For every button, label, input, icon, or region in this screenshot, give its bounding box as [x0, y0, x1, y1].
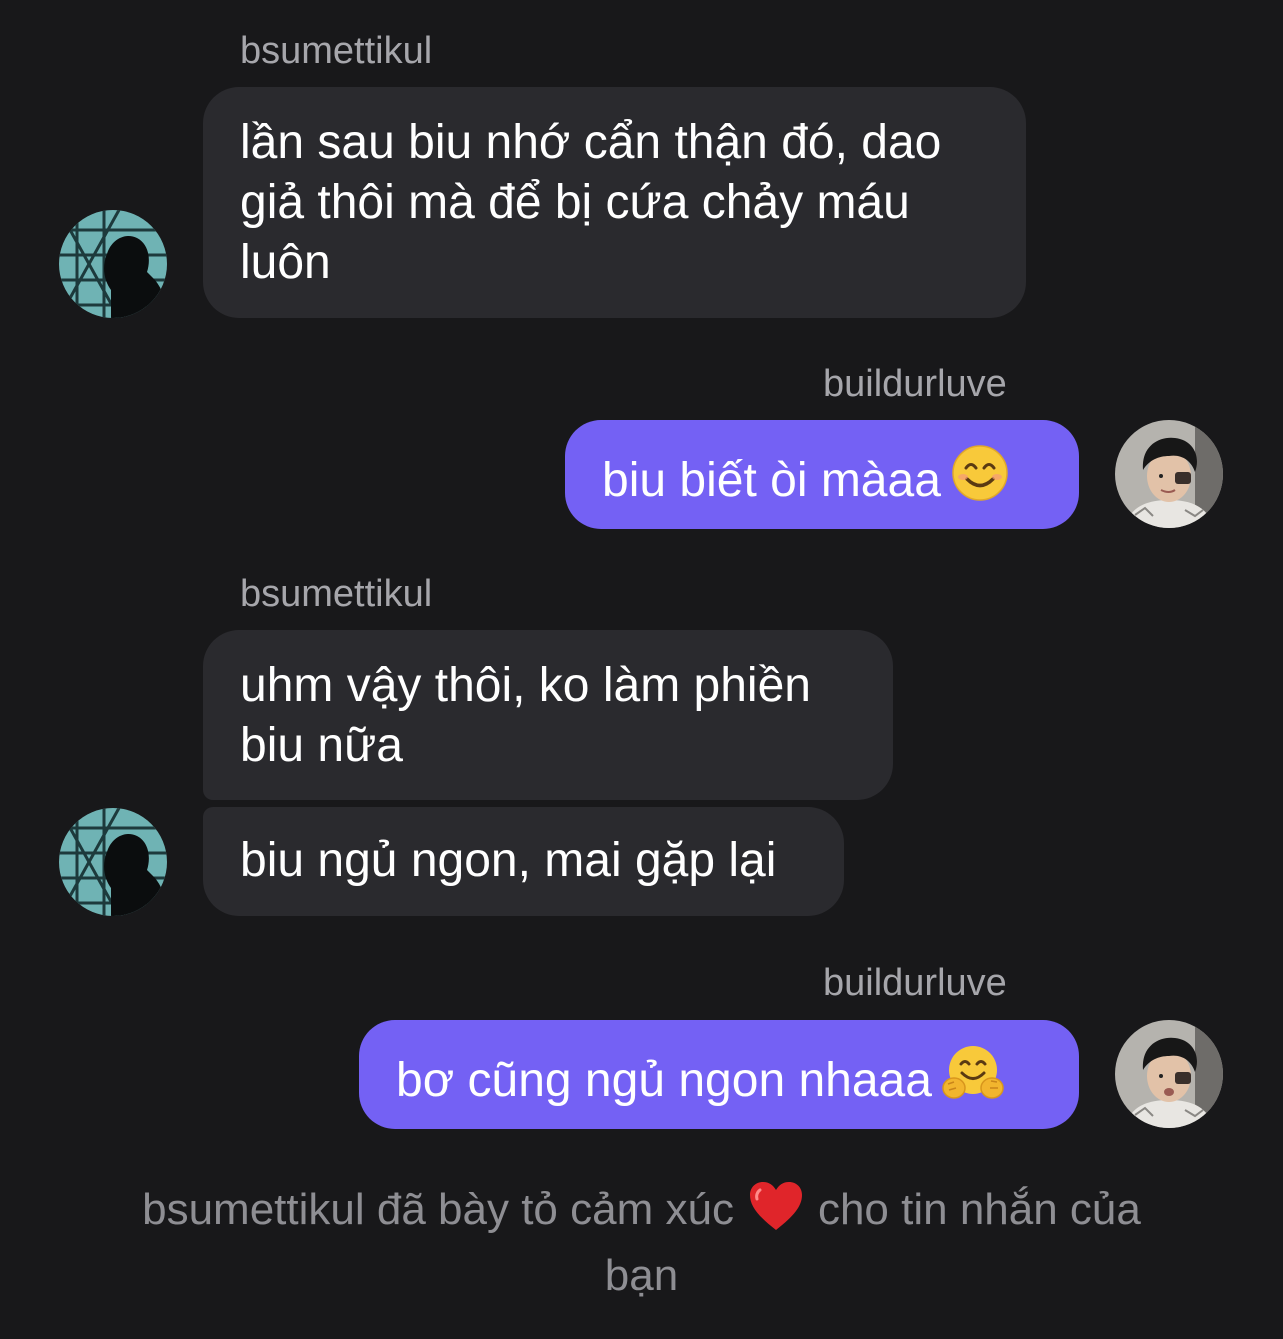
message-bubble-incoming[interactable]: lần sau biu nhớ cẩn thận đó, dao giả thô… [203, 87, 1026, 318]
reaction-notice: bsumettikul đã bày tỏ cảm xúc cho tin nh… [140, 1180, 1143, 1305]
avatar-buildurluve[interactable] [1115, 420, 1223, 528]
message-text: lần sau biu nhớ cẩn thận đó, dao giả thô… [240, 116, 942, 289]
message-text: biu ngủ ngon, mai gặp lại [240, 834, 777, 887]
hugging-face-emoji-icon [942, 1044, 1004, 1102]
message-bubble-outgoing[interactable]: bơ cũng ngủ ngon nhaaa [359, 1020, 1079, 1129]
sender-name: bsumettikul [240, 30, 433, 72]
avatar-bsumettikul[interactable] [59, 808, 167, 916]
message-bubble-outgoing[interactable]: biu biết òi màaa [565, 420, 1079, 529]
sender-name: bsumettikul [240, 573, 433, 615]
red-heart-icon [748, 1180, 804, 1247]
avatar-buildurluve[interactable] [1115, 1020, 1223, 1128]
reaction-notice-text: bsumettikul đã bày tỏ cảm xúc [142, 1185, 734, 1234]
message-text: bơ cũng ngủ ngon nhaaa [396, 1054, 932, 1107]
sender-name: buildurluve [823, 363, 1007, 405]
sender-name: buildurluve [823, 962, 1007, 1004]
avatar-bsumettikul[interactable] [59, 210, 167, 318]
smiling-face-emoji-icon [951, 444, 1009, 502]
message-text: biu biết òi màaa [602, 454, 941, 507]
message-text: uhm vậy thôi, ko làm phiền biu nữa [240, 659, 811, 772]
message-bubble-incoming[interactable]: biu ngủ ngon, mai gặp lại [203, 807, 844, 916]
message-bubble-incoming[interactable]: uhm vậy thôi, ko làm phiền biu nữa [203, 630, 893, 800]
